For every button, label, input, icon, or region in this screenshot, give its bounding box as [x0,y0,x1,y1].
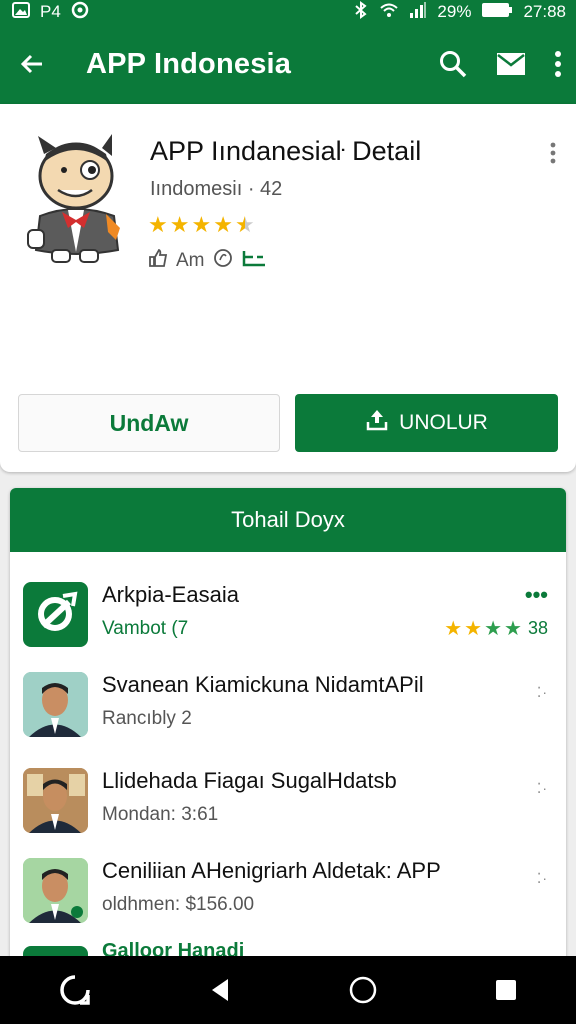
rating-stars: ★ ★ ★ ★ ★ [148,214,255,236]
install-badge-icon [241,249,267,273]
star-icon: ★ [444,617,463,640]
list-item[interactable]: Arkpia-Easaia Vambot (7 ••• ★ ★ ★ ★ 38 [10,582,566,672]
signal-icon [409,1,427,23]
recents-icon[interactable] [494,978,518,1002]
list-item-sub: oldhmen: $156.00 [102,894,255,915]
star-icon: ★ [191,212,212,237]
more-horiz-icon[interactable]: ⁚· [537,870,548,887]
toolbar: APP Indonesia [0,24,576,104]
list-item-name: Arkpia-Easaia [102,582,239,607]
app-detail-meta: Am [148,248,267,274]
app-detail-title: APP Iındanesiaŀ Detail [150,136,422,166]
clock-label: 27:88 [523,2,566,21]
battery-label: 29% [437,2,472,21]
star-icon: ★ [504,617,522,640]
thumbs-up-icon [148,248,168,273]
system-nav-bar [0,956,576,1024]
unolur-button-label: UNOLUR [399,411,488,434]
star-icon: ★ [484,617,503,640]
unolur-button[interactable]: UNOLUR [295,394,558,452]
list-item[interactable]: Ceniliian AHenigriarh Aldetak: APP oldhm… [10,858,566,948]
half-star-icon: ★ [234,212,255,237]
wifi-icon [379,2,399,23]
undaw-button[interactable]: UndAw [18,394,280,452]
image-icon [12,1,30,23]
rating-value: 38 [527,618,548,638]
app-detail-subtitle: Iındomesiı · 42 [150,178,283,200]
carrier-label: P4 [40,2,61,21]
info-circle-icon [213,248,233,274]
related-apps-card: Tohail Doyx Arkpia-Easaia Vambot (7 ••• … [10,488,566,968]
app-bar: P4 29% 27:88 APP Indonesia [0,0,576,104]
home-icon[interactable] [348,975,378,1005]
meta-label: Am [176,250,205,271]
more-horiz-icon[interactable]: ••• [525,582,548,608]
upload-icon [365,408,389,438]
list-header: Tohail Doyx [10,488,566,552]
search-icon[interactable] [438,49,468,79]
battery-icon [481,2,513,23]
list-item-sub: Rancıbly 2 [102,708,192,729]
avatar [23,672,88,737]
more-horiz-icon[interactable]: ⁚· [537,780,548,797]
star-icon: ★ [213,212,233,237]
list-item-name: Ceniliian AHenigriarh Aldetak: APP [102,858,441,883]
detail-more-icon[interactable] [550,142,556,169]
status-bar: P4 29% 27:88 [0,0,576,24]
list-item-name: Llidehada Fiagaı SugalHdatsb [102,768,397,793]
avatar [23,768,88,833]
assistant-icon[interactable] [58,973,92,1007]
mail-icon[interactable] [496,52,526,76]
star-icon: ★ [169,212,190,237]
app-detail-card: APP Iındanesiaŀ Detail Iındomesiı · 42 ★… [0,104,576,472]
list-item[interactable]: Llidehada Fiagaı SugalHdatsb Mondan: 3:6… [10,768,566,858]
more-horiz-icon[interactable]: ⁚· [537,684,548,701]
list-item-name: Svanean Kiamickuna NidamtAPil [102,672,424,697]
back-icon[interactable] [208,977,232,1003]
star-icon: ★ [148,212,168,237]
bluetooth-icon [353,0,369,24]
page-title: APP Indonesia [86,47,292,80]
list-item-sub: Mondan: 3:61 [102,804,219,825]
list-item-sub: Vambot (7 [102,618,189,639]
avatar [23,858,88,923]
star-icon: ★ [464,617,483,640]
list-item[interactable]: Svanean Kiamickuna NidamtAPil Rancıbly 2… [10,672,566,762]
app-icon [23,582,88,647]
list-item-rating: ★ ★ ★ ★ 38 [444,618,548,639]
more-vert-icon[interactable] [554,50,562,78]
sync-icon [71,1,89,24]
mascot-icon [22,132,126,266]
back-arrow-icon[interactable] [18,50,46,78]
